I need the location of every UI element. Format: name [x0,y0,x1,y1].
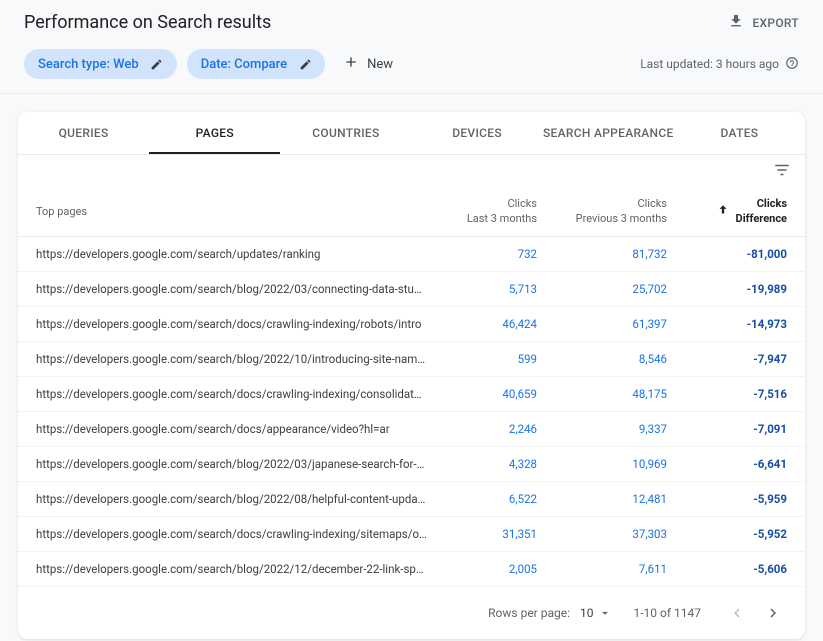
pagination: Rows per page: 10 1-10 of 1147 [18,587,805,639]
clicks-last[interactable]: 40,659 [427,387,537,401]
table-row[interactable]: https://developers.google.com/search/blo… [18,552,805,587]
clicks-diff: -19,989 [667,282,787,296]
sort-asc-icon [716,203,730,220]
prev-page-button[interactable] [723,599,751,627]
clicks-prev[interactable]: 48,175 [537,387,667,401]
new-filter-button[interactable]: New [335,50,401,78]
clicks-prev[interactable]: 12,481 [537,492,667,506]
rows-per-page-label: Rows per page: [488,606,570,620]
clicks-diff: -7,516 [667,387,787,401]
results-card: QUERIESPAGESCOUNTRIESDEVICESSEARCH APPEA… [18,112,805,639]
filter-icon[interactable] [773,161,791,183]
chip-search-type[interactable]: Search type: Web [24,49,177,79]
clicks-prev[interactable]: 7,611 [537,562,667,576]
col-clicks-last-l1: Clicks [427,197,537,211]
col-clicks-prev[interactable]: Clicks Previous 3 months [537,197,667,226]
page-url[interactable]: https://developers.google.com/search/blo… [36,282,427,296]
tab-search-appearance[interactable]: SEARCH APPEARANCE [543,112,674,154]
table-row[interactable]: https://developers.google.com/search/doc… [18,517,805,552]
export-label: EXPORT [752,16,799,30]
table-row[interactable]: https://developers.google.com/search/doc… [18,412,805,447]
new-filter-label: New [367,57,393,72]
col-clicks-diff[interactable]: Clicks Difference [667,197,787,226]
page-url[interactable]: https://developers.google.com/search/blo… [36,457,427,471]
tab-queries[interactable]: QUERIES [18,112,149,154]
col-clicks-last[interactable]: Clicks Last 3 months [427,197,537,226]
table-body: https://developers.google.com/search/upd… [18,237,805,587]
col-clicks-last-l2: Last 3 months [427,212,537,226]
clicks-prev[interactable]: 8,546 [537,352,667,366]
clicks-diff: -81,000 [667,247,787,261]
col-diff-l1: Clicks [736,197,787,211]
chip-search-type-label: Search type: Web [38,57,139,72]
plus-icon [343,54,359,74]
table-row[interactable]: https://developers.google.com/search/doc… [18,377,805,412]
clicks-last[interactable]: 732 [427,247,537,261]
clicks-last[interactable]: 6,522 [427,492,537,506]
clicks-diff: -7,091 [667,422,787,436]
clicks-diff: -6,641 [667,457,787,471]
clicks-last[interactable]: 2,005 [427,562,537,576]
download-icon [728,13,744,32]
tab-devices[interactable]: DEVICES [412,112,543,154]
chevron-right-icon [764,604,782,622]
col-top-pages[interactable]: Top pages [36,205,427,218]
tabs: QUERIESPAGESCOUNTRIESDEVICESSEARCH APPEA… [18,112,805,155]
export-button[interactable]: EXPORT [728,13,799,32]
pagination-range: 1-10 of 1147 [634,606,702,620]
chip-date[interactable]: Date: Compare [187,49,325,79]
tab-countries[interactable]: COUNTRIES [280,112,411,154]
clicks-last[interactable]: 599 [427,352,537,366]
last-updated: Last updated: 3 hours ago [640,56,799,73]
table-row[interactable]: https://developers.google.com/search/doc… [18,307,805,342]
clicks-last[interactable]: 31,351 [427,527,537,541]
page-url[interactable]: https://developers.google.com/search/doc… [36,527,427,541]
tab-pages[interactable]: PAGES [149,112,280,154]
chip-date-label: Date: Compare [201,57,287,72]
col-diff-l2: Difference [736,212,787,226]
pencil-icon [295,54,315,74]
page-url[interactable]: https://developers.google.com/search/blo… [36,352,427,366]
clicks-last[interactable]: 46,424 [427,317,537,331]
help-icon[interactable] [785,56,799,73]
col-clicks-prev-l2: Previous 3 months [537,212,667,226]
page-url[interactable]: https://developers.google.com/search/blo… [36,562,427,576]
clicks-prev[interactable]: 61,397 [537,317,667,331]
clicks-diff: -5,959 [667,492,787,506]
chevron-down-icon [598,606,612,620]
col-clicks-prev-l1: Clicks [537,197,667,211]
table-row[interactable]: https://developers.google.com/search/blo… [18,447,805,482]
pencil-icon [147,54,167,74]
page-url[interactable]: https://developers.google.com/search/doc… [36,317,427,331]
clicks-diff: -7,947 [667,352,787,366]
clicks-prev[interactable]: 37,303 [537,527,667,541]
table-row[interactable]: https://developers.google.com/search/blo… [18,482,805,517]
clicks-prev[interactable]: 10,969 [537,457,667,471]
clicks-prev[interactable]: 25,702 [537,282,667,296]
page-url[interactable]: https://developers.google.com/search/doc… [36,387,427,401]
chevron-left-icon [728,604,746,622]
rows-per-page-select[interactable]: 10 [580,606,612,620]
table-header: Top pages Clicks Last 3 months Clicks Pr… [18,187,805,237]
rows-per-page-value: 10 [580,606,594,620]
clicks-prev[interactable]: 81,732 [537,247,667,261]
page-url[interactable]: https://developers.google.com/search/blo… [36,492,427,506]
clicks-last[interactable]: 5,713 [427,282,537,296]
clicks-diff: -14,973 [667,317,787,331]
table-row[interactable]: https://developers.google.com/search/upd… [18,237,805,272]
table-row[interactable]: https://developers.google.com/search/blo… [18,342,805,377]
clicks-prev[interactable]: 9,337 [537,422,667,436]
page-url[interactable]: https://developers.google.com/search/upd… [36,247,427,261]
last-updated-text: Last updated: 3 hours ago [640,57,779,71]
next-page-button[interactable] [759,599,787,627]
clicks-last[interactable]: 4,328 [427,457,537,471]
clicks-diff: -5,606 [667,562,787,576]
clicks-last[interactable]: 2,246 [427,422,537,436]
clicks-diff: -5,952 [667,527,787,541]
page-url[interactable]: https://developers.google.com/search/doc… [36,422,427,436]
table-row[interactable]: https://developers.google.com/search/blo… [18,272,805,307]
page-title: Performance on Search results [24,12,271,33]
tab-dates[interactable]: DATES [674,112,805,154]
